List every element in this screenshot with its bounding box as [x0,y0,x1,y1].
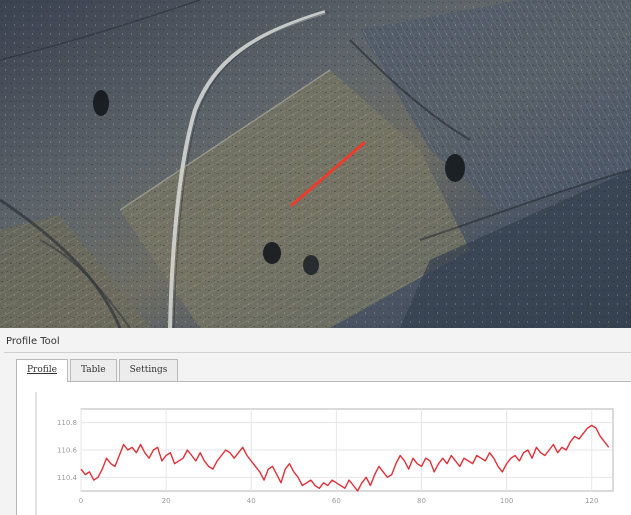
y-tick-label: 110.8 [57,419,77,427]
profile-tab-content: 0 20 40 60 80 100 120 110.4 110.6 110.8 [16,381,631,515]
tab-settings-label: Settings [129,365,168,375]
x-tick-label: 100 [500,497,513,505]
y-tick-label: 110.6 [57,447,78,455]
tab-profile-label: Profile [27,365,57,375]
profile-tool-panel: Profile Tool Profile Table Settings 0 20 4… [0,328,631,515]
tab-settings[interactable]: Settings [118,359,179,381]
x-tick-label: 120 [585,497,598,505]
y-tick-label: 110.4 [57,474,78,482]
x-tick-label: 20 [162,497,171,505]
x-tick-label: 40 [247,497,256,505]
aerial-map-image [0,0,631,328]
aerial-map-canvas[interactable] [0,0,631,328]
panel-title: Profile Tool [6,336,60,347]
tab-profile[interactable]: Profile [16,359,68,382]
tab-table[interactable]: Table [69,359,117,381]
tab-table-label: Table [80,365,106,375]
panel-divider [4,352,631,353]
x-tick-label: 0 [79,497,83,505]
x-tick-label: 80 [417,497,426,505]
x-tick-label: 60 [332,497,341,505]
tab-bar: Profile Table Settings [16,359,180,382]
elevation-profile-chart[interactable]: 0 20 40 60 80 100 120 110.4 110.6 110.8 [17,382,631,515]
